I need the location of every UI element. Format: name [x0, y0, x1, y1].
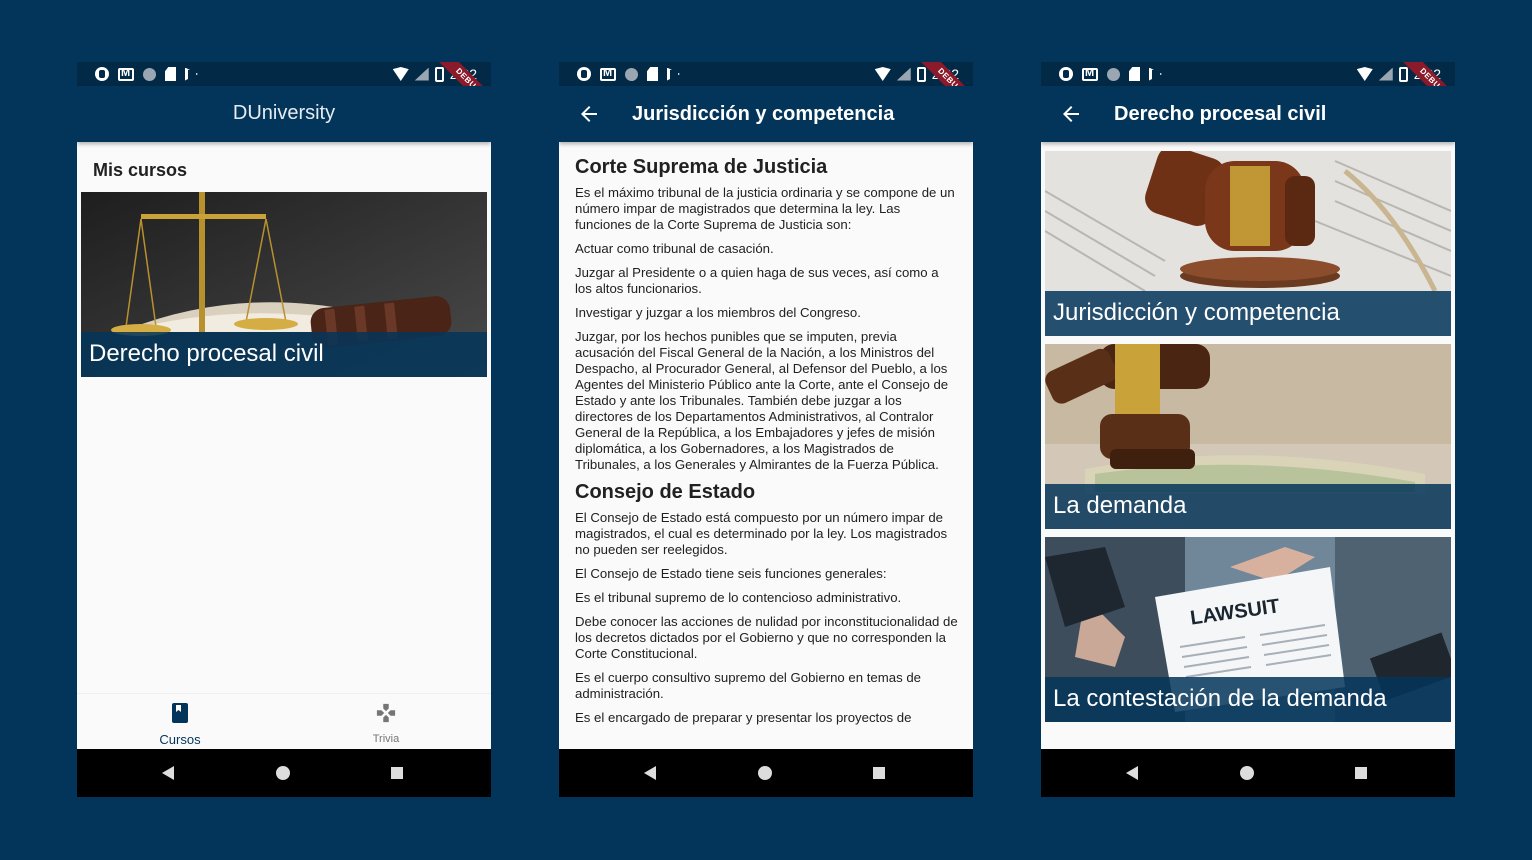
system-navigation-bar [77, 749, 491, 797]
system-back-button[interactable] [1126, 766, 1138, 780]
topic-card[interactable]: La demanda [1045, 344, 1451, 529]
gmail-icon [1082, 67, 1098, 81]
system-home-button[interactable] [1240, 766, 1254, 780]
paragraph: Es el máximo tribunal de la justicia ord… [575, 185, 955, 232]
sd-card-icon [165, 67, 176, 81]
topic-title: Jurisdicción y competencia [1045, 291, 1451, 336]
circle-icon [143, 67, 156, 81]
system-navigation-bar [1041, 749, 1455, 797]
play-store-icon [185, 67, 198, 81]
paragraph: Es el tribunal supremo de lo contencioso… [575, 590, 902, 605]
article: Corte Suprema de Justicia Es el máximo t… [575, 156, 959, 734]
battery-icon [916, 66, 926, 82]
section-heading: Consejo de Estado [575, 481, 756, 503]
app-title: DUniversity [232, 102, 336, 124]
play-store-icon [1149, 67, 1162, 81]
gmail-icon [118, 67, 134, 81]
system-home-button[interactable] [276, 766, 290, 780]
phone-screen-course-topics: 2:32 DEBUG Derecho procesal civil [1041, 62, 1455, 797]
sd-card-icon [1129, 67, 1140, 81]
course-card[interactable]: Derecho procesal civil [81, 192, 487, 377]
wifi-icon [874, 67, 891, 81]
page-title: Derecho procesal civil [1114, 103, 1327, 125]
sd-card-icon [647, 67, 658, 81]
topic-card[interactable]: LAWSUIT La contestación de la demanda [1045, 537, 1451, 722]
section-title: Mis cursos [93, 160, 188, 180]
notification-app-icon [95, 67, 109, 81]
app-bar: Jurisdicción y competencia [559, 86, 973, 142]
phone-screen-article: 2:32 DEBUG Jurisdicción y competencia Co… [559, 62, 973, 797]
system-back-button[interactable] [644, 766, 656, 780]
topic-card[interactable]: Jurisdicción y competencia [1045, 151, 1451, 336]
circle-icon [1107, 67, 1120, 81]
paragraph: Actuar como tribunal de casación. [575, 241, 774, 256]
paragraph: El Consejo de Estado tiene seis funcione… [575, 566, 887, 581]
paragraph: Debe conocer las acciones de nulidad por… [575, 614, 958, 661]
status-bar: 2:32 DEBUG [77, 62, 491, 118]
notification-app-icon [1059, 67, 1073, 81]
app-bar: DUniversity [77, 86, 491, 142]
gmail-icon [600, 67, 616, 81]
circle-icon [625, 67, 638, 81]
paragraph: Juzgar al Presidente o a quien haga de s… [575, 265, 939, 296]
signal-icon [1378, 67, 1393, 81]
course-title: Derecho procesal civil [81, 332, 487, 377]
section-heading: Corte Suprema de Justicia [575, 156, 828, 178]
status-bar: 2:32 DEBUG [559, 62, 973, 118]
app-bar: Derecho procesal civil [1041, 86, 1455, 142]
system-recents-button[interactable] [391, 767, 403, 779]
gamepad-icon [376, 703, 396, 723]
paragraph: Investigar y juzgar a los miembros del C… [575, 305, 861, 320]
signal-icon [896, 67, 911, 81]
nav-tab-label: Cursos [159, 732, 201, 747]
topic-title: La demanda [1045, 484, 1451, 529]
topics-content: Jurisdicción y competencia La demanda LA… [1041, 142, 1455, 749]
system-back-button[interactable] [162, 766, 174, 780]
wifi-icon [1356, 67, 1373, 81]
notification-app-icon [577, 67, 591, 81]
article-content[interactable]: Corte Suprema de Justicia Es el máximo t… [559, 142, 973, 749]
signal-icon [414, 67, 429, 81]
nav-tab-label: Trivia [372, 733, 400, 745]
page-title: Jurisdicción y competencia [632, 103, 895, 125]
phone-screen-courses: 2:32 DEBUG DUniversity Mis cursos [77, 62, 491, 797]
back-arrow-icon[interactable] [577, 102, 601, 126]
nav-tab-trivia[interactable]: Trivia [336, 702, 436, 745]
paragraph: El Consejo de Estado está compuesto por … [575, 510, 948, 557]
battery-icon [1398, 66, 1408, 82]
play-store-icon [667, 67, 680, 81]
battery-icon [434, 66, 444, 82]
system-recents-button[interactable] [1355, 767, 1367, 779]
topic-title: La contestación de la demanda [1045, 677, 1451, 722]
paragraph: Es el cuerpo consultivo supremo del Gobi… [575, 670, 921, 701]
paragraph: Es el encargado de preparar y presentar … [575, 710, 912, 725]
system-recents-button[interactable] [873, 767, 885, 779]
wifi-icon [392, 67, 409, 81]
system-navigation-bar [559, 749, 973, 797]
paragraph: Juzgar, por los hechos punibles que se i… [575, 329, 949, 472]
book-icon [172, 703, 188, 723]
bottom-navigation: Cursos Trivia [77, 693, 491, 749]
courses-content: Mis cursos Derecho procesal civil [77, 142, 491, 749]
system-home-button[interactable] [758, 766, 772, 780]
nav-tab-cursos[interactable]: Cursos [130, 702, 230, 747]
back-arrow-icon[interactable] [1059, 102, 1083, 126]
status-bar: 2:32 DEBUG [1041, 62, 1455, 118]
